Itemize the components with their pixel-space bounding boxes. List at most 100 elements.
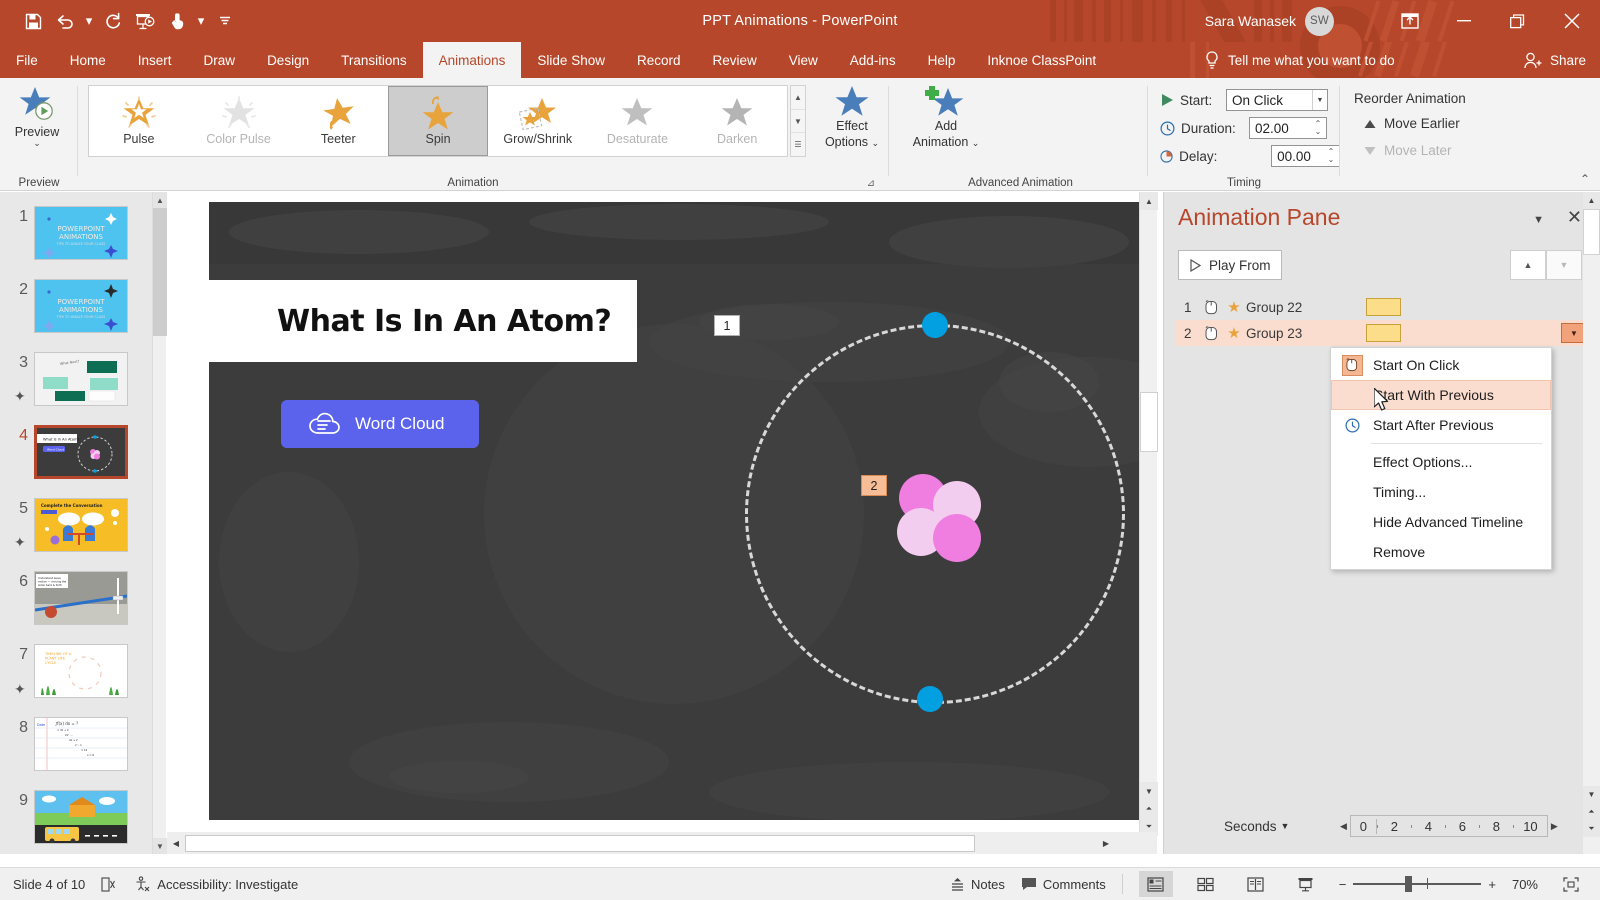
timeline-ruler[interactable]: ◀ 0 2 4 6 8 10 ▶ bbox=[1340, 815, 1558, 837]
ruler-scroll-right-icon[interactable]: ▶ bbox=[1551, 821, 1558, 832]
duration-stepper[interactable]: ⌃⌄ bbox=[1310, 118, 1326, 138]
pane-page-down-icon[interactable]: ⏷ bbox=[1583, 820, 1600, 837]
gallery-scrollbar[interactable]: ▲ ▼ ☰ bbox=[790, 85, 806, 157]
thumbnail-scroll-thumb[interactable] bbox=[153, 208, 167, 336]
tab-draw[interactable]: Draw bbox=[188, 42, 252, 78]
animation-desaturate[interactable]: Desaturate bbox=[588, 86, 688, 156]
account-info[interactable]: Sara Wanasek SW bbox=[1205, 0, 1334, 42]
move-up-button[interactable]: ▲ bbox=[1510, 250, 1546, 280]
animation-context-menu[interactable]: Start On Click Start With Previous Start… bbox=[1330, 347, 1552, 570]
notes-button[interactable]: Notes bbox=[950, 877, 1005, 892]
tab-insert[interactable]: Insert bbox=[122, 42, 188, 78]
pane-scroll-thumb[interactable] bbox=[1583, 209, 1600, 255]
thumbnail-slide-9[interactable]: 9 bbox=[0, 790, 152, 844]
tab-animations[interactable]: Animations bbox=[423, 42, 522, 78]
animation-color-pulse[interactable]: Color Pulse bbox=[189, 86, 289, 156]
effect-options-button[interactable]: Effect Options ⌄ bbox=[816, 84, 888, 164]
animation-timeline-bar[interactable] bbox=[1366, 298, 1401, 316]
slide-vertical-scrollbar[interactable]: ▲ ▼ ⏶ ⏷ bbox=[1139, 192, 1157, 854]
animation-list[interactable]: 1 ★ Group 22 2 ★ Group 23 ▼ bbox=[1176, 294, 1589, 346]
previous-slide-icon[interactable]: ⏶ bbox=[1140, 800, 1158, 818]
restore-icon[interactable] bbox=[1492, 0, 1544, 42]
animation-list-item[interactable]: 2 ★ Group 23 ▼ bbox=[1176, 320, 1589, 346]
tab-slide-show[interactable]: Slide Show bbox=[521, 42, 621, 78]
horizontal-scroll-thumb[interactable] bbox=[185, 835, 975, 852]
animation-teeter[interactable]: Teeter bbox=[288, 86, 388, 156]
zoom-out-icon[interactable]: − bbox=[1339, 877, 1347, 892]
move-down-button[interactable]: ▼ bbox=[1546, 250, 1582, 280]
seconds-dropdown[interactable]: Seconds ▼ bbox=[1224, 819, 1289, 834]
animation-gallery[interactable]: Pulse Color Pulse bbox=[88, 85, 788, 157]
electron-bottom[interactable] bbox=[917, 686, 943, 712]
language-icon[interactable] bbox=[101, 877, 118, 892]
minimize-icon[interactable] bbox=[1436, 0, 1492, 42]
thumbnail-slide-6[interactable]: 6 Understand wave motion — moving the sl… bbox=[0, 571, 152, 625]
start-dropdown-icon[interactable]: ▼ bbox=[1312, 90, 1327, 110]
seconds-dropdown-icon[interactable]: ▼ bbox=[1281, 821, 1290, 831]
tab-file[interactable]: File bbox=[0, 42, 54, 78]
move-earlier-button[interactable]: Move Earlier bbox=[1352, 110, 1552, 137]
scroll-right-icon[interactable]: ▶ bbox=[1097, 834, 1115, 852]
slide-horizontal-scrollbar[interactable]: ◀ ▶ bbox=[167, 832, 1157, 854]
context-timing[interactable]: Timing... bbox=[1331, 477, 1551, 507]
pane-scroll-down-icon[interactable]: ▼ bbox=[1583, 786, 1600, 803]
animation-timeline-bar[interactable] bbox=[1366, 324, 1401, 342]
current-slide[interactable]: What Is In An Atom? Word Cloud 1 2 bbox=[209, 202, 1139, 820]
tab-record[interactable]: Record bbox=[621, 42, 697, 78]
tab-inknoe-classpoint[interactable]: Inknoe ClassPoint bbox=[971, 42, 1112, 78]
slide-thumbnail-pane[interactable]: 1 POWERPOINT ANIMATIONS TIPS TO AMAZE YO… bbox=[0, 192, 152, 854]
context-hide-advanced-timeline[interactable]: Hide Advanced Timeline bbox=[1331, 507, 1551, 537]
thumbnail-scroll-down-icon[interactable]: ▼ bbox=[153, 838, 167, 854]
animation-spin[interactable]: Spin bbox=[388, 86, 488, 156]
normal-view-button[interactable] bbox=[1139, 871, 1173, 897]
ribbon-display-options-icon[interactable] bbox=[1384, 0, 1436, 42]
tell-me-search[interactable]: Tell me what you want to do bbox=[1205, 42, 1395, 78]
animation-dialog-launcher[interactable]: ⊿ bbox=[867, 178, 875, 189]
animation-darken[interactable]: Darken bbox=[687, 86, 787, 156]
share-button[interactable]: Share bbox=[1524, 42, 1586, 78]
thumbnail-image[interactable]: What Is In An Atom? Word Cloud bbox=[34, 425, 128, 479]
animation-list-item[interactable]: 1 ★ Group 22 bbox=[1176, 294, 1589, 320]
thumbnail-image[interactable]: Understand wave motion — moving the slid… bbox=[34, 571, 128, 625]
zoom-track[interactable] bbox=[1353, 883, 1481, 885]
fit-to-window-button[interactable] bbox=[1554, 871, 1588, 897]
animation-grow-shrink[interactable]: Grow/Shrink bbox=[488, 86, 588, 156]
tab-add-ins[interactable]: Add-ins bbox=[834, 42, 912, 78]
comments-button[interactable]: Comments bbox=[1021, 877, 1106, 892]
gallery-scroll-down-icon[interactable]: ▼ bbox=[791, 110, 805, 134]
gallery-scroll-up-icon[interactable]: ▲ bbox=[791, 86, 805, 110]
context-start-on-click[interactable]: Start On Click bbox=[1331, 350, 1551, 380]
scroll-up-icon[interactable]: ▲ bbox=[1140, 192, 1158, 210]
thumbnail-slide-5[interactable]: 5 Complete the Conversation bbox=[0, 498, 152, 552]
tab-help[interactable]: Help bbox=[912, 42, 972, 78]
gallery-more-icon[interactable]: ☰ bbox=[791, 133, 805, 156]
start-select[interactable]: On Click ▼ bbox=[1226, 89, 1328, 111]
slide-title-box[interactable]: What Is In An Atom? bbox=[209, 280, 637, 362]
pane-page-up-icon[interactable]: ⏶ bbox=[1583, 803, 1600, 820]
tab-view[interactable]: View bbox=[773, 42, 834, 78]
pane-scroll-up-icon[interactable]: ▲ bbox=[1583, 192, 1600, 209]
thumbnail-image[interactable]: POWERPOINT ANIMATIONS TIPS TO AMAZE YOUR… bbox=[34, 206, 128, 260]
preview-button[interactable]: Preview ⌄ bbox=[8, 84, 66, 162]
context-effect-options[interactable]: Effect Options... bbox=[1331, 447, 1551, 477]
animation-pane-menu-icon[interactable]: ▼ bbox=[1533, 214, 1544, 226]
thumbnail-image[interactable] bbox=[34, 790, 128, 844]
avatar[interactable]: SW bbox=[1305, 7, 1334, 36]
thumbnail-image[interactable]: What Next? bbox=[34, 352, 128, 406]
zoom-level[interactable]: 70% bbox=[1512, 877, 1538, 892]
slide-counter[interactable]: Slide 4 of 10 bbox=[13, 877, 85, 892]
thumbnail-image[interactable]: Date ∫f(x) dx = ? = 3x + C2x² ... 4x + 2… bbox=[34, 717, 128, 771]
add-animation-button[interactable]: Add Animation ⌄ bbox=[907, 84, 985, 164]
thumbnail-slide-4[interactable]: 4 ✦ What Is In An Atom? Word Cloud bbox=[0, 425, 152, 479]
animation-pane-close-icon[interactable]: ✕ bbox=[1567, 208, 1582, 226]
slide-sorter-button[interactable] bbox=[1189, 871, 1223, 897]
zoom-handle[interactable] bbox=[1405, 876, 1412, 892]
zoom-slider[interactable]: − + bbox=[1339, 877, 1496, 892]
delay-stepper[interactable]: ⌃⌄ bbox=[1323, 146, 1339, 166]
animation-tag-2[interactable]: 2 bbox=[861, 475, 887, 496]
thumbnail-image[interactable]: Complete the Conversation bbox=[34, 498, 128, 552]
scroll-left-icon[interactable]: ◀ bbox=[167, 834, 185, 852]
thumbnail-image[interactable]: POWERPOINT ANIMATIONS TIPS TO AMAZE YOUR… bbox=[34, 279, 128, 333]
tab-home[interactable]: Home bbox=[54, 42, 122, 78]
word-cloud-button[interactable]: Word Cloud bbox=[281, 400, 479, 448]
